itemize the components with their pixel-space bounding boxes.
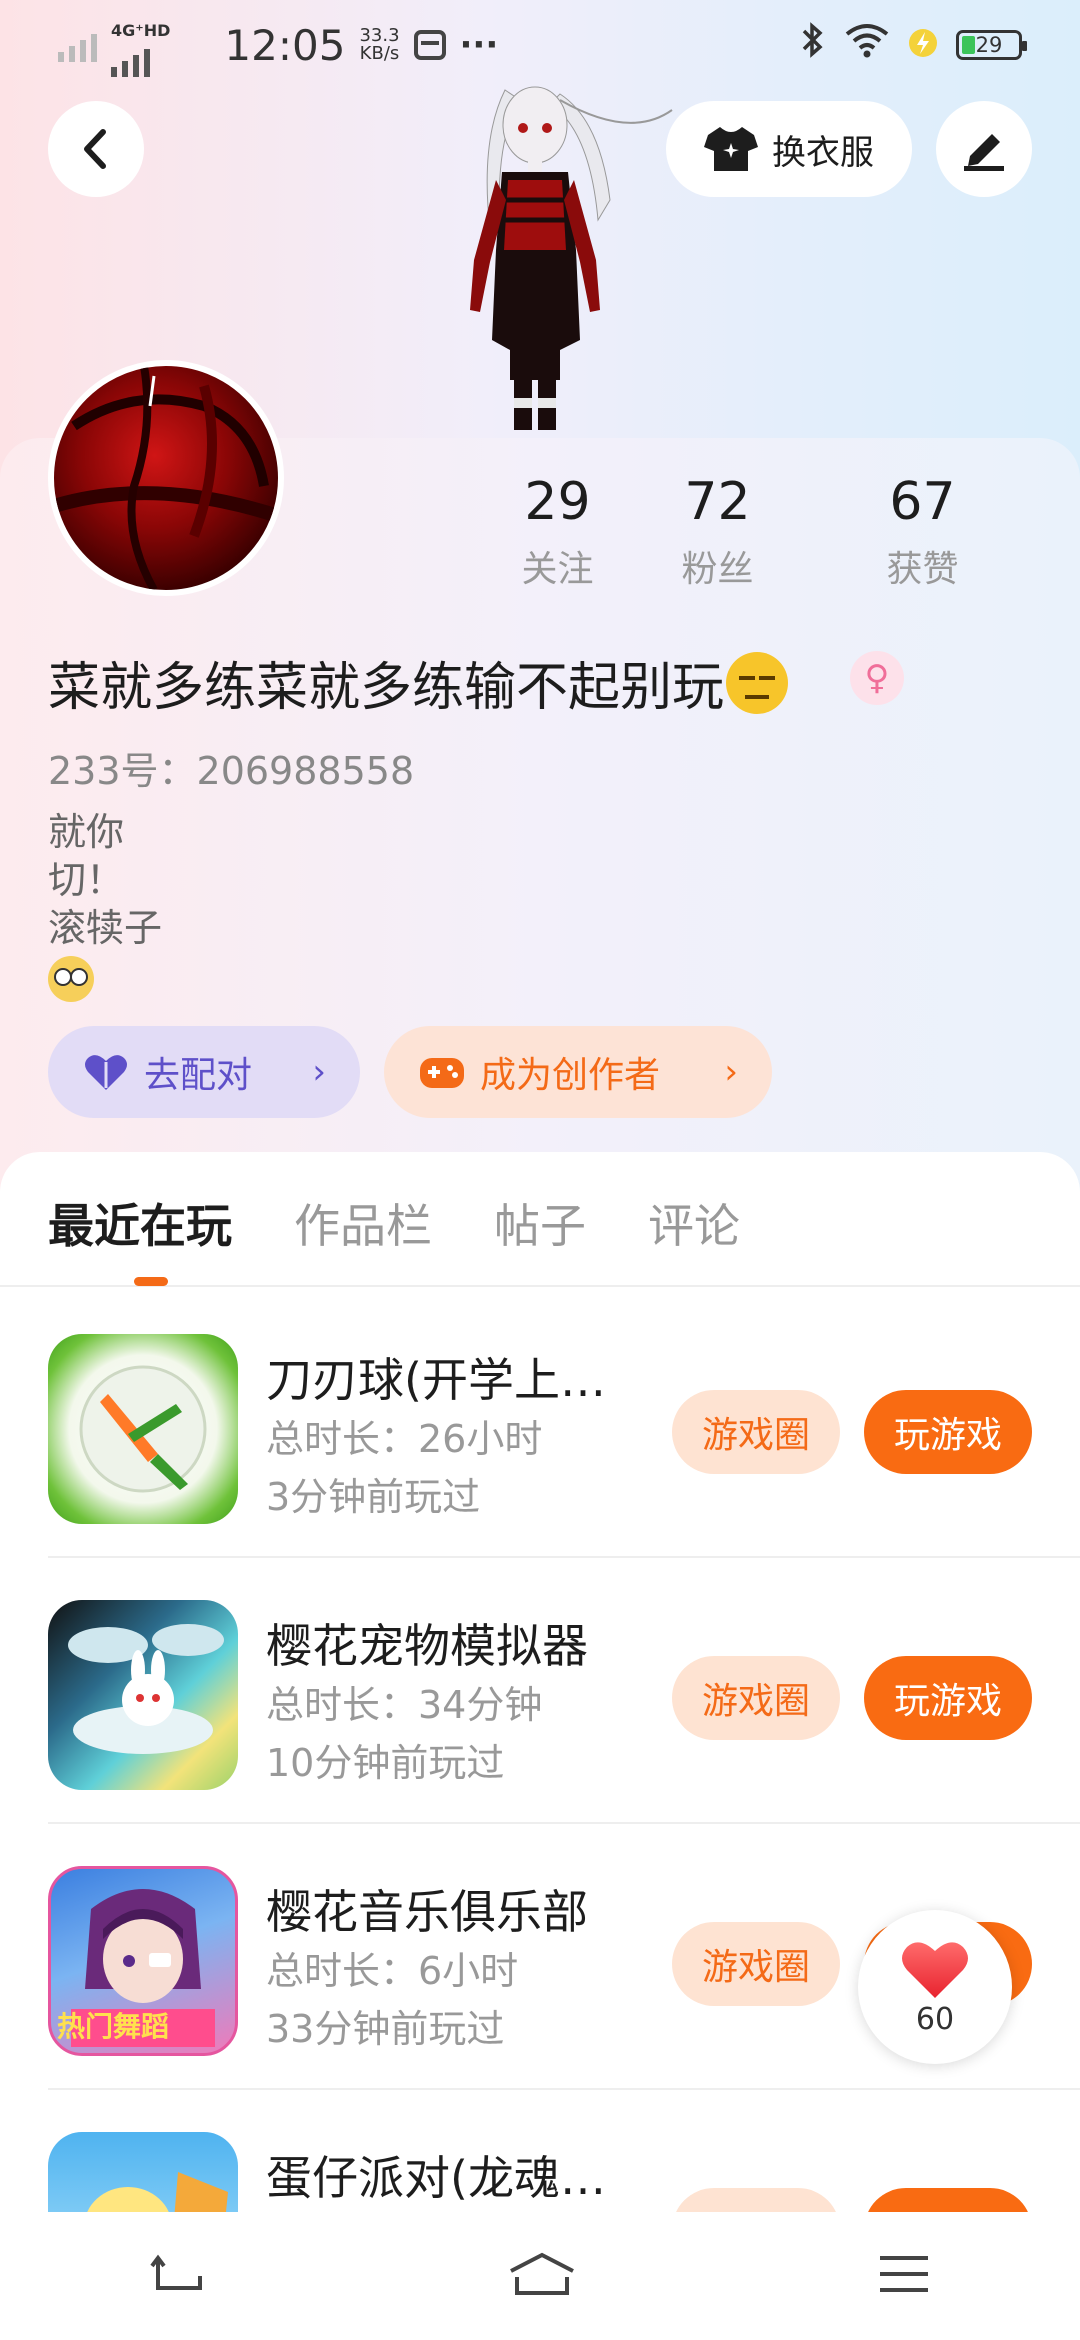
charging-icon	[908, 22, 938, 68]
game-icon-sakura-music-club: 热门舞蹈	[48, 1866, 238, 2056]
game-duration: 总时长：34分钟	[266, 1683, 543, 1727]
user-id-value: 206988558	[196, 749, 415, 793]
signal-icon	[58, 28, 97, 62]
game-circle-button[interactable]: 游戏圈	[672, 1922, 840, 2006]
game-circle-button[interactable]: 游戏圈	[672, 1390, 840, 1474]
bio: 就你 切！ 滚犊子	[48, 808, 162, 1013]
red-heart-icon	[902, 1941, 968, 1998]
game-title: 刀刃球(开学上…	[266, 1353, 606, 1407]
game-last-played: 3分钟前玩过	[266, 1475, 481, 1519]
edit-profile-button[interactable]	[936, 101, 1032, 197]
network-label: 4G⁺HD	[111, 21, 171, 40]
game-title: 蛋仔派对(龙魂…	[266, 2151, 606, 2205]
tab-posts[interactable]: 帖子	[494, 1190, 586, 1256]
bio-line: 切！	[48, 858, 125, 902]
net-speed: 33.3 KB/s	[359, 27, 399, 63]
active-tab-indicator	[134, 1277, 168, 1286]
avatar-character-figure[interactable]	[410, 80, 680, 440]
game-last-played: 33分钟前玩过	[266, 2007, 505, 2051]
game-icon-sakura-pet	[48, 1600, 238, 1790]
tab-comments[interactable]: 评论	[648, 1190, 740, 1256]
change-outfit-label: 换衣服	[772, 132, 874, 173]
profile-avatar[interactable]	[48, 360, 284, 596]
game-duration: 总时长：26小时	[266, 1417, 543, 1461]
likes-label: 获赞	[886, 549, 959, 590]
profile-stats: 29 关注 72 粉丝 67 获赞	[500, 472, 1060, 592]
become-creator-button[interactable]: 成为创作者 ›	[384, 1026, 772, 1118]
pen-icon	[964, 134, 1004, 171]
match-label: 去配对	[144, 1055, 253, 1096]
more-status-icon: ···	[459, 25, 499, 65]
recent-games-list: 刀刃球(开学上… 总时长：26小时 3分钟前玩过 游戏圈 玩游戏 樱花宠物模拟器…	[0, 1290, 1080, 2340]
username-text: 菜就多练菜就多练输不起别玩	[48, 658, 725, 718]
speed-unit: KB/s	[359, 43, 400, 64]
game-duration: 总时长：6小时	[266, 1949, 519, 1993]
followers-label: 粉丝	[681, 549, 754, 590]
followers-count: 72	[684, 472, 751, 532]
clock: 12:05	[224, 20, 346, 70]
user-id-label: 233号：	[48, 749, 197, 793]
nav-back-icon[interactable]	[150, 2252, 206, 2300]
chevron-right-icon: ›	[724, 1052, 738, 1092]
chevron-right-icon: ›	[312, 1052, 326, 1092]
game-circle-button[interactable]: 游戏圈	[672, 1656, 840, 1740]
battery-icon: 29	[956, 30, 1027, 60]
bio-line: 就你	[48, 810, 125, 854]
tab-recently-played[interactable]: 最近在玩	[48, 1190, 232, 1256]
become-creator-label: 成为创作者	[480, 1055, 661, 1096]
tshirt-icon	[704, 127, 758, 171]
stat-followers[interactable]: 72 粉丝	[615, 472, 820, 592]
back-arrow-icon	[84, 129, 106, 169]
heart-icon	[85, 1055, 127, 1090]
like-count: 60	[915, 2001, 955, 2037]
change-outfit-button[interactable]: 换衣服	[666, 101, 912, 197]
status-bar: 4G⁺HD 12:05 33.3 KB/s ··· 29	[0, 0, 1080, 90]
back-button[interactable]	[48, 101, 144, 197]
gender-female-icon: ♀	[850, 651, 904, 705]
bio-line: 滚犊子	[48, 906, 163, 950]
game-icon-blade-ball	[48, 1334, 238, 1524]
gamepad-icon	[420, 1058, 464, 1088]
game-last-played: 10分钟前玩过	[266, 1741, 505, 1785]
expressionless-face-emoji-icon	[726, 651, 789, 714]
tab-works[interactable]: 作品栏	[294, 1190, 432, 1256]
following-count: 29	[524, 472, 591, 532]
play-game-button[interactable]: 玩游戏	[864, 1656, 1032, 1740]
app-notification-icon	[413, 30, 446, 60]
list-item[interactable]: 樱花宠物模拟器 总时长：34分钟 10分钟前玩过 游戏圈 玩游戏	[0, 1556, 1080, 1822]
nav-menu-icon[interactable]	[878, 2254, 930, 2298]
wifi-icon	[844, 22, 890, 68]
system-navigation-bar	[0, 2212, 1080, 2340]
stat-following[interactable]: 29 关注	[500, 472, 615, 592]
game-title: 樱花音乐俱乐部	[266, 1885, 588, 1939]
battery-level: 29	[975, 33, 1003, 57]
stat-likes[interactable]: 67 获赞	[820, 472, 1025, 592]
game-title: 樱花宠物模拟器	[266, 1619, 588, 1673]
username: 菜就多练菜就多练输不起别玩	[48, 645, 789, 720]
following-label: 关注	[521, 549, 594, 590]
network-indicator: 4G⁺HD	[111, 23, 170, 77]
bluetooth-icon	[800, 22, 826, 68]
match-button[interactable]: 去配对 ›	[48, 1026, 360, 1118]
game-icon-badge: 热门舞蹈	[57, 2010, 170, 2043]
list-item[interactable]: 刀刃球(开学上… 总时长：26小时 3分钟前玩过 游戏圈 玩游戏	[0, 1290, 1080, 1556]
eye-roll-emoji-icon	[48, 956, 94, 1002]
content-tabs: 最近在玩 作品栏 帖子 评论	[0, 1152, 1080, 1287]
play-game-button[interactable]: 玩游戏	[864, 1390, 1032, 1474]
like-floating-button[interactable]: 60	[858, 1910, 1012, 2064]
likes-count: 67	[889, 472, 956, 532]
user-id[interactable]: 233号：206988558	[48, 740, 414, 795]
nav-home-icon[interactable]	[507, 2251, 577, 2301]
